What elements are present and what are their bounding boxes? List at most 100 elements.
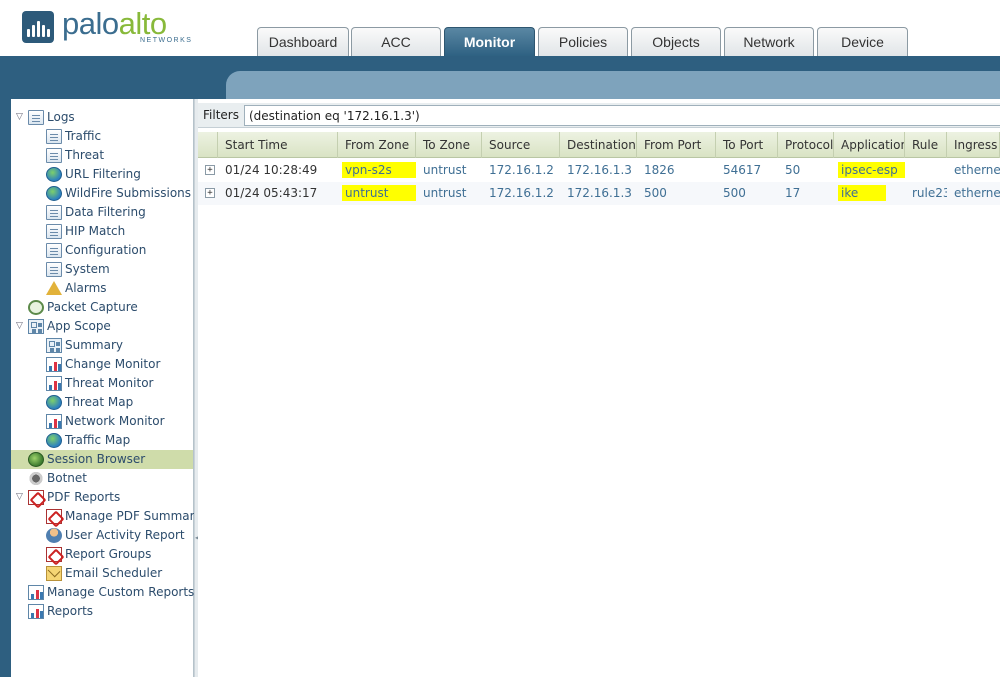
cell-from-zone[interactable]: untrust [338, 182, 416, 205]
sidebar-item-packet-capture[interactable]: Packet Capture [28, 298, 193, 317]
cell-start-time: 01/24 05:43:17 [225, 186, 318, 200]
row-expand-icon[interactable]: + [205, 165, 215, 175]
user-activity-icon [46, 528, 62, 543]
cell-destination[interactable]: 172.16.1.3 [560, 159, 637, 182]
cell-to-port[interactable]: 500 [716, 182, 778, 205]
cell-application[interactable]: ike [834, 182, 905, 205]
sidebar-item-system[interactable]: System [46, 260, 193, 279]
sidebar-item-session-browser[interactable]: Session Browser [11, 450, 193, 469]
cell-from-port[interactable]: 500 [637, 182, 716, 205]
sidebar-item-app-scope[interactable]: App Scope [28, 317, 193, 336]
highlighted-value: untrust [342, 185, 416, 201]
page-left-edge [0, 100, 11, 677]
sidebar-item-report-groups[interactable]: Report Groups [46, 545, 193, 564]
cell-rule[interactable]: rule23 [905, 182, 947, 205]
cell-source[interactable]: 172.16.1.2 [482, 159, 560, 182]
sidebar-item-change-monitor[interactable]: Change Monitor [46, 355, 193, 374]
cell-from-port[interactable]: 1826 [637, 159, 716, 182]
tree-expand-toggle-icon[interactable]: ▽ [16, 113, 25, 122]
sidebar-item-label: Threat [65, 148, 105, 162]
cell-source[interactable]: 172.16.1.2 [482, 182, 560, 205]
tab-objects[interactable]: Objects [631, 27, 721, 56]
cell-to-zone[interactable]: untrust [416, 182, 482, 205]
sidebar-item-label: WildFire Submissions [65, 186, 192, 200]
column-header-protocol[interactable]: Protocol [778, 132, 834, 158]
cell-to-port[interactable]: 54617 [716, 159, 778, 182]
brand-subtitle: NETWORKS [140, 37, 193, 44]
sidebar-item-label: Manage PDF Summary [65, 509, 202, 523]
sidebar-item-alarms[interactable]: Alarms [46, 279, 193, 298]
row-expand-icon[interactable]: + [205, 188, 215, 198]
cell-rule[interactable] [905, 159, 947, 182]
column-header-ingress-i-f[interactable]: Ingress I/F [947, 132, 1000, 158]
sidebar-item-label: Traffic Map [65, 433, 131, 447]
sidebar-item-hip-match[interactable]: HIP Match [46, 222, 193, 241]
sidebar-item-wildfire-submissions[interactable]: WildFire Submissions [46, 184, 193, 203]
column-header-application[interactable]: Application [834, 132, 905, 158]
configuration-icon [46, 243, 62, 258]
sidebar-item-user-activity-report[interactable]: User Activity Report [46, 526, 193, 545]
cell-ingress-i-f[interactable]: ethernet1/1 [947, 182, 1000, 205]
sidebar-item-summary[interactable]: Summary [46, 336, 193, 355]
cell-application[interactable]: ipsec-esp [834, 159, 905, 182]
tab-network[interactable]: Network [724, 27, 814, 56]
threat-monitor-icon [46, 376, 62, 391]
toolbar-strip [226, 71, 1000, 100]
column-header-destination[interactable]: Destination [560, 132, 637, 158]
sidebar-item-data-filtering[interactable]: Data Filtering [46, 203, 193, 222]
monitor-sidebar-tree: ▽ Logs Traffic Threat URL Filtering WildFire … [11, 99, 202, 677]
app-scope-icon [28, 319, 44, 334]
column-header-to-zone[interactable]: To Zone [416, 132, 482, 158]
table-row[interactable]: +01/24 10:28:49 vpn-s2s untrust 172.16.1.2 1… [198, 159, 1000, 182]
sidebar-item-configuration[interactable]: Configuration [46, 241, 193, 260]
sidebar-item-label: Configuration [65, 243, 147, 257]
hip-match-icon [46, 224, 62, 239]
tab-policies[interactable]: Policies [538, 27, 628, 56]
sidebar-item-label: Report Groups [65, 547, 152, 561]
sidebar-item-manage-custom-reports[interactable]: Manage Custom Reports [28, 583, 195, 602]
cell-destination[interactable]: 172.16.1.3 [560, 182, 637, 205]
sidebar-item-threat-monitor[interactable]: Threat Monitor [46, 374, 193, 393]
sidebar-item-manage-pdf-summary[interactable]: Manage PDF Summary [46, 507, 202, 526]
column-header-source[interactable]: Source [482, 132, 560, 158]
report-groups-icon [46, 547, 62, 562]
data-filtering-icon [46, 205, 62, 220]
sidebar-item-threat[interactable]: Threat [46, 146, 193, 165]
sidebar-item-logs[interactable]: Logs [28, 108, 193, 127]
cell-ingress-i-f[interactable]: ethernet1/1 [947, 159, 1000, 182]
table-row[interactable]: +01/24 05:43:17 untrust untrust 172.16.1.2 1… [198, 182, 1000, 205]
sidebar-item-traffic-map[interactable]: Traffic Map [46, 431, 193, 450]
email-scheduler-icon [46, 566, 62, 581]
tab-monitor[interactable]: Monitor [444, 27, 535, 56]
tab-dashboard[interactable]: Dashboard [257, 27, 349, 56]
column-header-to-port[interactable]: To Port [716, 132, 778, 158]
change-monitor-icon [46, 357, 62, 372]
sidebar-item-pdf-reports[interactable]: PDF Reports [28, 488, 193, 507]
sidebar-item-label: PDF Reports [47, 490, 121, 504]
tree-expand-toggle-icon[interactable]: ▽ [16, 322, 25, 331]
sidebar-item-label: Logs [47, 110, 75, 124]
sidebar-item-traffic[interactable]: Traffic [46, 127, 193, 146]
cell-from-zone[interactable]: vpn-s2s [338, 159, 416, 182]
cell-protocol[interactable]: 17 [778, 182, 834, 205]
cell-protocol[interactable]: 50 [778, 159, 834, 182]
sidebar-item-botnet[interactable]: Botnet [28, 469, 193, 488]
sidebar-item-url-filtering[interactable]: URL Filtering [46, 165, 193, 184]
sidebar-item-email-scheduler[interactable]: Email Scheduler [46, 564, 193, 583]
sidebar-item-network-monitor[interactable]: Network Monitor [46, 412, 193, 431]
sidebar-item-label: Reports [47, 604, 94, 618]
sidebar-item-reports[interactable]: Reports [28, 602, 193, 621]
column-header-from-zone[interactable]: From Zone [338, 132, 416, 158]
tab-acc[interactable]: ACC [351, 27, 441, 56]
tab-device[interactable]: Device [817, 27, 908, 56]
column-header-start-time[interactable]: Start Time [218, 132, 338, 158]
column-header-from-port[interactable]: From Port [637, 132, 716, 158]
tree-expand-toggle-icon[interactable]: ▽ [16, 493, 25, 502]
sidebar-item-label: Session Browser [47, 452, 146, 466]
sidebar-item-label: Manage Custom Reports [47, 585, 195, 599]
filter-input[interactable] [244, 105, 1000, 126]
sidebar-item-threat-map[interactable]: Threat Map [46, 393, 193, 412]
highlighted-value: ike [838, 185, 887, 201]
column-header-rule[interactable]: Rule [905, 132, 947, 158]
cell-to-zone[interactable]: untrust [416, 159, 482, 182]
